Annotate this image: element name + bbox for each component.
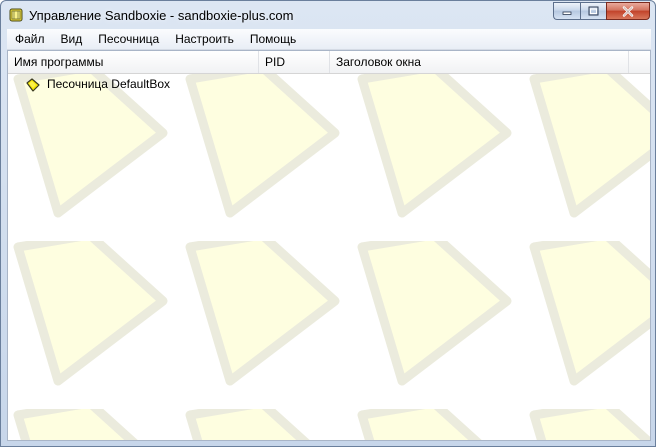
- column-header-window-title[interactable]: Заголовок окна: [330, 51, 629, 73]
- list-rows: Песочница DefaultBox: [8, 73, 650, 95]
- sandboxie-control-window: Управление Sandboxie - sandboxie-plus.co…: [0, 0, 656, 447]
- close-button[interactable]: [606, 2, 650, 20]
- menu-bar: Файл Вид Песочница Настроить Помощь: [7, 29, 651, 50]
- window-controls: [553, 2, 650, 22]
- column-header-pid[interactable]: PID: [259, 51, 330, 73]
- menu-help[interactable]: Помощь: [242, 29, 304, 49]
- close-icon: [622, 5, 634, 17]
- sandbox-background-pattern: [8, 73, 650, 440]
- window-title: Управление Sandboxie - sandboxie-plus.co…: [29, 8, 294, 23]
- menu-view[interactable]: Вид: [53, 29, 91, 49]
- menu-configure[interactable]: Настроить: [167, 29, 242, 49]
- sandbox-icon: [26, 78, 40, 92]
- maximize-icon: [588, 6, 599, 16]
- column-header-filler: [629, 51, 650, 73]
- column-header-program[interactable]: Имя программы: [8, 51, 259, 73]
- minimize-icon: [562, 11, 572, 15]
- process-list[interactable]: Имя программы PID Заголовок окна Песочни…: [7, 50, 651, 441]
- sandboxie-app-icon: [9, 8, 23, 22]
- list-item[interactable]: Песочница DefaultBox: [8, 73, 650, 95]
- menu-sandbox[interactable]: Песочница: [90, 29, 167, 49]
- sandbox-name: Песочница DefaultBox: [47, 77, 171, 91]
- list-header: Имя программы PID Заголовок окна: [8, 51, 650, 74]
- menu-file[interactable]: Файл: [7, 29, 53, 49]
- minimize-button[interactable]: [553, 2, 580, 20]
- title-bar[interactable]: Управление Sandboxie - sandboxie-plus.co…: [1, 1, 655, 29]
- maximize-button[interactable]: [580, 2, 606, 20]
